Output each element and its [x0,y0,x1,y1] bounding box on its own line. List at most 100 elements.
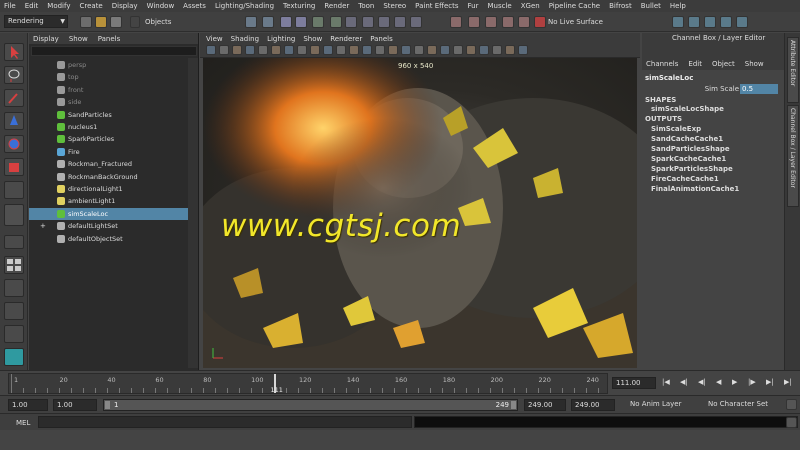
motion-blur-icon[interactable] [440,45,450,55]
expand-icon[interactable]: + [40,222,46,230]
construction-history-icon[interactable] [502,16,514,28]
menu-create[interactable]: Create [79,2,102,10]
bookmark-icon[interactable] [232,45,242,55]
menu-help[interactable]: Help [670,2,686,10]
outliner-item-nucleus1[interactable]: nucleus1 [29,121,189,133]
image-plane-icon[interactable] [245,45,255,55]
channel-row-sim-scale[interactable]: Sim Scale 0.5 [645,84,781,94]
pick-mask-2-icon[interactable] [295,16,307,28]
playback-range-slider[interactable]: 1 249 [103,399,518,411]
input-ops-icon[interactable] [468,16,480,28]
render-layout-icon[interactable] [4,348,24,366]
output-item[interactable]: FireCacheCache1 [651,175,719,183]
anim-layer-dropdown[interactable]: No Anim Layer [627,399,699,411]
outliner-menu-display[interactable]: Display [33,35,59,43]
outliner-item-directionallight1[interactable]: directionalLight1 [29,183,189,195]
go-to-end-icon[interactable]: ▶| [784,378,792,386]
snap-plane-icon[interactable] [394,16,406,28]
menu-bifrost[interactable]: Bifrost [609,2,632,10]
attribute-editor-tab[interactable]: Attribute Editor [787,37,799,103]
output-item[interactable]: FinalAnimationCache1 [651,185,739,193]
outliner-item-simscaleloc[interactable]: simScaleLoc [29,207,189,220]
menu-set-dropdown[interactable]: Rendering ▼ [4,15,68,28]
textured-icon[interactable] [388,45,398,55]
script-editor-icon[interactable] [786,417,797,428]
select-by-hierarchy-icon[interactable] [245,16,257,28]
end-time-field[interactable]: 249.00 [524,399,566,411]
current-frame-field[interactable]: 111.00 [612,377,656,389]
play-forward-icon[interactable]: ▶ [732,378,737,386]
snap-surface-icon[interactable] [410,16,422,28]
time-slider-track[interactable]: 1 20 40 60 80 100 120 140 160 180 200 220 240 111 [8,373,608,394]
move-tool-icon[interactable] [4,112,24,130]
command-input[interactable] [38,416,412,428]
outliner-menu-show[interactable]: Show [69,35,88,43]
isolate-select-icon[interactable] [466,45,476,55]
anti-aliasing-icon[interactable] [453,45,463,55]
menu-modify[interactable]: Modify [47,2,70,10]
outliner-item-ambientlight1[interactable]: ambientLight1 [29,195,189,207]
outliner-item-persp[interactable]: persp [29,59,189,71]
gate-mask-icon[interactable] [297,45,307,55]
new-scene-icon[interactable] [80,16,92,28]
play-backward-icon[interactable]: ◀ [716,378,721,386]
output-item[interactable]: SandCacheCache1 [651,135,723,143]
snap-grid-icon[interactable] [345,16,357,28]
menu-display[interactable]: Display [112,2,138,10]
viewport-menu-lighting[interactable]: Lighting [267,35,295,43]
rotate-tool-icon[interactable] [4,135,24,153]
anim-start-field[interactable]: 1.00 [53,399,97,411]
lasso-tool-icon[interactable] [4,66,24,84]
safe-action-icon[interactable] [323,45,333,55]
component-mask-2-icon[interactable] [330,16,342,28]
output-item[interactable]: SimScaleExp [651,125,701,133]
range-end-handle[interactable] [511,401,516,409]
start-time-field[interactable]: 1.00 [8,399,48,411]
shadows-icon[interactable] [414,45,424,55]
go-to-start-icon[interactable]: |◀ [662,378,670,386]
command-language-label[interactable]: MEL [16,419,30,427]
outliner-item-top[interactable]: top [29,71,189,83]
shape-item[interactable]: simScaleLocShape [651,105,724,113]
step-forward-frame-icon[interactable]: |▶ [748,378,756,386]
channel-box-tab[interactable]: Channel Box / Layer Editor [787,105,799,207]
menu-file[interactable]: File [4,2,16,10]
menu-render[interactable]: Render [324,2,349,10]
menu-edit[interactable]: Edit [25,2,39,10]
wireframe-on-shaded-icon[interactable] [375,45,385,55]
selection-mode-icon[interactable] [130,16,140,28]
outliner-item-rockmanbackground[interactable]: RockmanBackGround [29,171,189,183]
outliner-item-defaultlightset[interactable]: + defaultLightSet [29,220,189,232]
safe-title-icon[interactable] [336,45,346,55]
open-scene-icon[interactable] [95,16,107,28]
menu-window[interactable]: Window [147,2,175,10]
range-start-handle[interactable] [105,401,110,409]
hypershade-layout-icon[interactable] [4,325,24,343]
menu-bullet[interactable]: Bullet [641,2,661,10]
viewport-menu-show[interactable]: Show [303,35,322,43]
camera-select-icon[interactable] [206,45,216,55]
modeling-toolkit-icon[interactable] [672,16,684,28]
select-by-object-icon[interactable] [262,16,274,28]
anim-end-field[interactable]: 249.00 [571,399,615,411]
tool-settings-icon[interactable] [720,16,732,28]
history-icon[interactable] [450,16,462,28]
persp-graph-layout-icon[interactable] [4,302,24,320]
film-gate-icon[interactable] [271,45,281,55]
outliner-scrollbar[interactable] [188,58,198,368]
snap-curve-icon[interactable] [362,16,374,28]
outliner-item-defaultobjectset[interactable]: defaultObjectSet [29,233,189,245]
scale-tool-icon[interactable] [4,158,24,176]
menu-paint-effects[interactable]: Paint Effects [415,2,458,10]
smooth-shade-icon[interactable] [362,45,372,55]
resolution-gate-icon[interactable] [284,45,294,55]
ambient-occlusion-icon[interactable] [427,45,437,55]
output-item[interactable]: SparkCacheCache1 [651,155,726,163]
grid-icon[interactable] [258,45,268,55]
step-forward-key-icon[interactable]: ▶| [766,378,774,386]
character-set-dropdown[interactable]: No Character Set [705,399,785,411]
menu-texturing[interactable]: Texturing [283,2,315,10]
step-back-key-icon[interactable]: ◀| [680,378,688,386]
viewport-menu-panels[interactable]: Panels [370,35,393,43]
field-chart-icon[interactable] [310,45,320,55]
